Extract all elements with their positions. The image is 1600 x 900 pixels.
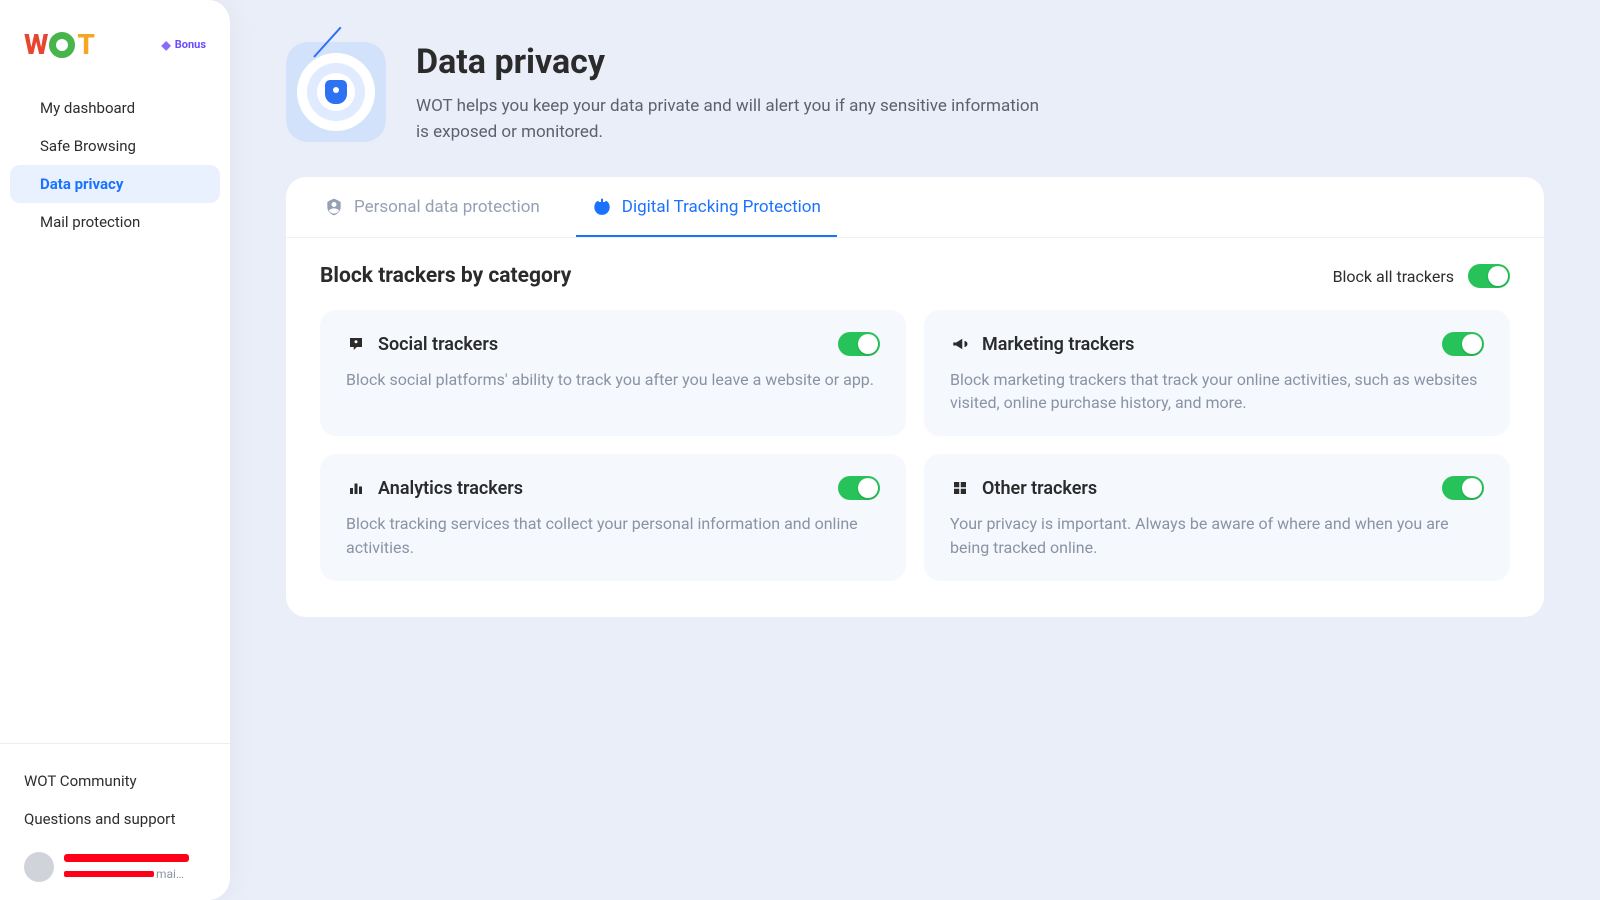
page-description: WOT helps you keep your data private and…: [416, 94, 1056, 145]
marketing-toggle[interactable]: [1442, 332, 1484, 356]
tracker-tile-analytics: Analytics trackers Block tracking servic…: [320, 454, 906, 580]
main-content: Data privacy WOT helps you keep your dat…: [230, 0, 1600, 900]
shield-icon: [325, 80, 347, 104]
tracker-desc: Block social platforms' ability to track…: [346, 368, 880, 391]
tab-digital-tracking[interactable]: Digital Tracking Protection: [576, 177, 837, 237]
email-tail: mai…: [156, 867, 184, 881]
redacted-name: [64, 854, 189, 862]
megaphone-icon: [950, 334, 970, 354]
section-title: Block trackers by category: [320, 264, 571, 288]
tracker-desc: Your privacy is important. Always be awa…: [950, 512, 1484, 558]
account-info: mai…: [64, 854, 206, 881]
privacy-card: Personal data protection Digital Trackin…: [286, 177, 1544, 617]
bonus-label: Bonus: [175, 38, 206, 51]
sidebar: WT ◆ Bonus My dashboard Safe Browsing Da…: [0, 0, 230, 900]
avatar: [24, 852, 54, 882]
bonus-button[interactable]: ◆ Bonus: [162, 38, 206, 52]
gem-icon: ◆: [162, 38, 171, 52]
tracker-title: Other trackers: [982, 478, 1097, 499]
sidebar-link-community[interactable]: WOT Community: [24, 762, 206, 800]
tracker-tile-other: Other trackers Your privacy is important…: [924, 454, 1510, 580]
page-title: Data privacy: [416, 42, 1056, 82]
social-icon: [346, 334, 366, 354]
sidebar-item-safe-browsing[interactable]: Safe Browsing: [10, 127, 220, 165]
tab-digital-label: Digital Tracking Protection: [622, 197, 821, 217]
account-row[interactable]: mai…: [24, 838, 206, 882]
logo[interactable]: WT: [24, 28, 94, 61]
sidebar-item-dashboard[interactable]: My dashboard: [10, 89, 220, 127]
tracker-title: Social trackers: [378, 334, 498, 355]
redacted-email: [64, 871, 154, 877]
tracker-tile-social: Social trackers Block social platforms' …: [320, 310, 906, 436]
tracker-title: Marketing trackers: [982, 334, 1134, 355]
tracker-title: Analytics trackers: [378, 478, 523, 499]
sidebar-link-support[interactable]: Questions and support: [24, 800, 206, 838]
analytics-toggle[interactable]: [838, 476, 880, 500]
block-all-toggle[interactable]: [1468, 264, 1510, 288]
block-all-label: Block all trackers: [1333, 267, 1454, 286]
tab-personal-data[interactable]: Personal data protection: [308, 177, 556, 237]
tracker-desc: Block marketing trackers that track your…: [950, 368, 1484, 414]
tabs: Personal data protection Digital Trackin…: [286, 177, 1544, 238]
power-icon: [592, 197, 612, 217]
person-shield-icon: [324, 197, 344, 217]
sidebar-item-data-privacy[interactable]: Data privacy: [10, 165, 220, 203]
tracker-desc: Block tracking services that collect you…: [346, 512, 880, 558]
sidebar-item-mail-protection[interactable]: Mail protection: [10, 203, 220, 241]
other-toggle[interactable]: [1442, 476, 1484, 500]
bar-chart-icon: [346, 478, 366, 498]
page-hero-icon: [286, 42, 386, 142]
nav: My dashboard Safe Browsing Data privacy …: [0, 71, 230, 241]
social-toggle[interactable]: [838, 332, 880, 356]
grid-icon: [950, 478, 970, 498]
tracker-tile-marketing: Marketing trackers Block marketing track…: [924, 310, 1510, 436]
tab-personal-label: Personal data protection: [354, 197, 540, 217]
